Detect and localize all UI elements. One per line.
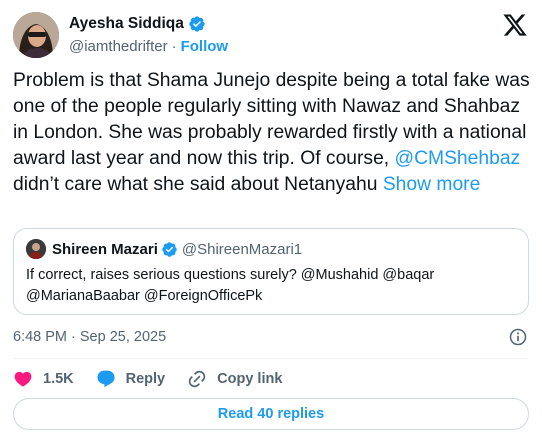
copy-link-label: Copy link (217, 371, 283, 387)
quote-author-name[interactable]: Shireen Mazari (52, 241, 158, 258)
tweet-body: Problem is that Shama Junejo despite bei… (13, 68, 531, 198)
read-replies-button[interactable]: Read 40 replies (13, 398, 529, 430)
x-logo-icon[interactable] (502, 12, 528, 38)
info-icon[interactable] (508, 327, 528, 347)
quote-author-handle[interactable]: @ShireenMazari1 (182, 241, 302, 258)
author-avatar[interactable] (13, 12, 59, 58)
reply-button[interactable]: Reply (96, 369, 166, 389)
copy-link-button[interactable]: Copy link (187, 369, 282, 389)
follow-button[interactable]: Follow (181, 38, 229, 55)
author-handle[interactable]: @iamthedrifter (69, 38, 168, 55)
tweet-embed-card: Ayesha Siddiqa @iamthedrifter · Follow P… (0, 0, 542, 440)
author-display-name[interactable]: Ayesha Siddiqa (69, 15, 184, 33)
tweet-timestamp[interactable]: 6:48 PM · Sep 25, 2025 (13, 327, 166, 347)
quoted-tweet[interactable]: Shireen Mazari @ShireenMazari1 If correc… (13, 228, 529, 315)
verified-badge-icon (162, 241, 177, 257)
reply-icon (97, 370, 115, 388)
quote-text: If correct, raises serious questions sur… (26, 267, 435, 304)
divider (13, 358, 529, 359)
quote-author-avatar[interactable] (26, 239, 46, 259)
heart-icon (14, 371, 32, 387)
tweet-text-part2: didn’t care what she said about Netanyah… (13, 174, 378, 195)
handle-separator: · (171, 37, 177, 55)
like-count: 1.5K (43, 371, 74, 387)
show-more-link[interactable]: Show more (383, 174, 481, 195)
mention-link[interactable]: @CMShehbaz (395, 148, 521, 169)
verified-badge-icon (189, 16, 205, 32)
like-button[interactable]: 1.5K (13, 369, 74, 389)
reply-label: Reply (125, 371, 166, 387)
link-icon (188, 370, 206, 388)
action-bar: 1.5K Reply Copy link (13, 368, 304, 390)
